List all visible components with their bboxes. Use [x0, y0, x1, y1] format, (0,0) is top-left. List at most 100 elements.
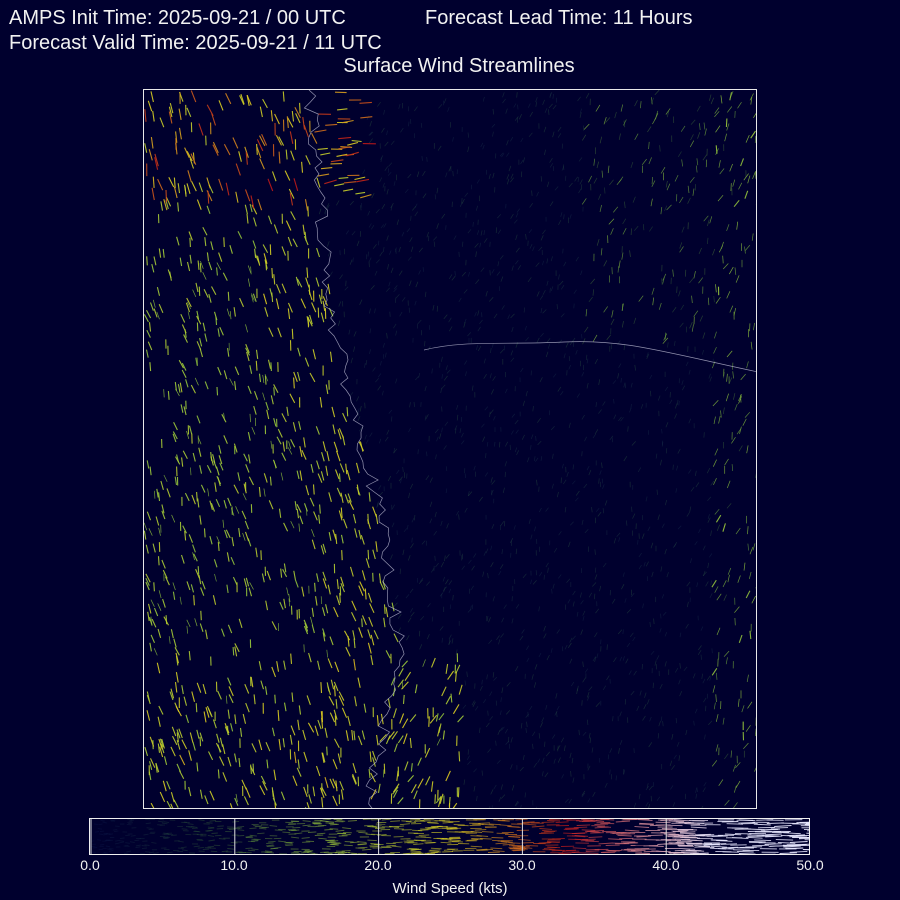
colorbar-streak	[372, 825, 382, 827]
streamline	[232, 647, 235, 656]
streamline	[144, 530, 147, 540]
streamline	[698, 277, 703, 284]
streamline	[546, 181, 550, 188]
streamline	[381, 204, 386, 210]
colorbar-streak	[302, 820, 311, 822]
streamline	[266, 570, 272, 581]
streamline	[316, 573, 319, 583]
streamline	[178, 770, 185, 779]
colorbar-streak	[738, 853, 756, 854]
streamline	[407, 173, 412, 179]
streamline	[369, 120, 372, 127]
streamline	[690, 486, 695, 492]
streamline	[325, 384, 329, 395]
streamline	[173, 799, 179, 808]
colorbar-streak	[180, 846, 187, 849]
streamline	[275, 283, 281, 294]
streamline	[174, 476, 178, 485]
streamline	[750, 341, 753, 350]
streamline	[467, 608, 472, 613]
streamline	[314, 582, 316, 592]
streamline	[422, 193, 427, 199]
streamline	[679, 242, 683, 249]
streamline	[227, 624, 233, 634]
colorbar-streak	[502, 843, 515, 846]
streamline	[588, 686, 593, 691]
streamline	[538, 652, 542, 658]
streamline	[321, 452, 325, 462]
streamline	[293, 377, 295, 389]
streamline	[715, 296, 721, 304]
streamline	[520, 367, 524, 373]
streamline	[560, 313, 565, 318]
colorbar-streak	[679, 832, 696, 835]
streamline	[336, 200, 340, 206]
colorbar-streak	[581, 819, 595, 820]
streamline	[322, 441, 327, 452]
streamline	[722, 263, 729, 270]
streamline	[250, 676, 254, 688]
streamline	[152, 176, 155, 188]
streamline	[534, 664, 538, 670]
streamline	[170, 629, 174, 639]
streamline	[216, 267, 218, 276]
streamline	[406, 228, 411, 233]
streamline	[365, 558, 370, 569]
streamline	[648, 742, 653, 748]
streamline	[464, 507, 468, 513]
colorbar-streak	[157, 820, 164, 823]
streamline	[525, 337, 529, 342]
streamline	[368, 492, 371, 502]
colorbar-streak	[470, 835, 482, 837]
streamline	[244, 204, 248, 215]
streamline	[251, 743, 257, 753]
colorbar-streak	[538, 842, 552, 844]
streamline	[476, 230, 480, 235]
streamline	[530, 445, 532, 450]
streamline	[610, 318, 615, 325]
streamline	[233, 307, 236, 317]
streamline	[499, 710, 502, 716]
streamline	[664, 631, 668, 637]
streamline	[576, 688, 578, 695]
streamline	[227, 348, 230, 357]
streamline	[191, 181, 197, 192]
streamline	[420, 122, 423, 128]
streamline	[624, 598, 627, 603]
colorbar-streak	[588, 836, 603, 838]
streamline	[568, 364, 572, 370]
streamline	[698, 645, 702, 651]
streamline	[149, 466, 152, 476]
streamline	[744, 190, 749, 199]
streamline	[599, 204, 602, 212]
streamline	[489, 373, 492, 379]
streamline	[230, 556, 235, 566]
streamline	[630, 161, 634, 169]
streamline	[158, 527, 161, 536]
colorbar-streak	[374, 827, 385, 829]
streamline	[690, 134, 694, 141]
colorbar-streak	[658, 819, 674, 821]
streamline	[381, 390, 384, 396]
streamline	[402, 466, 404, 472]
streamline	[634, 100, 638, 107]
streamline	[733, 802, 738, 808]
streamline	[753, 112, 756, 118]
streamline	[662, 721, 664, 727]
streamline	[445, 695, 451, 705]
streamline	[197, 566, 200, 575]
colorbar-streak	[754, 839, 772, 842]
streamline	[510, 350, 514, 356]
streamline	[434, 555, 436, 561]
streamline	[585, 354, 588, 361]
streamline	[215, 742, 222, 753]
colorbar-streak	[143, 833, 149, 836]
streamline	[659, 145, 661, 152]
streamline	[726, 373, 728, 382]
streamline	[155, 516, 160, 526]
streamline	[483, 358, 486, 364]
streamline	[510, 313, 515, 319]
streamline	[312, 786, 316, 797]
streamline	[386, 235, 389, 241]
colorbar-streak	[370, 845, 380, 848]
